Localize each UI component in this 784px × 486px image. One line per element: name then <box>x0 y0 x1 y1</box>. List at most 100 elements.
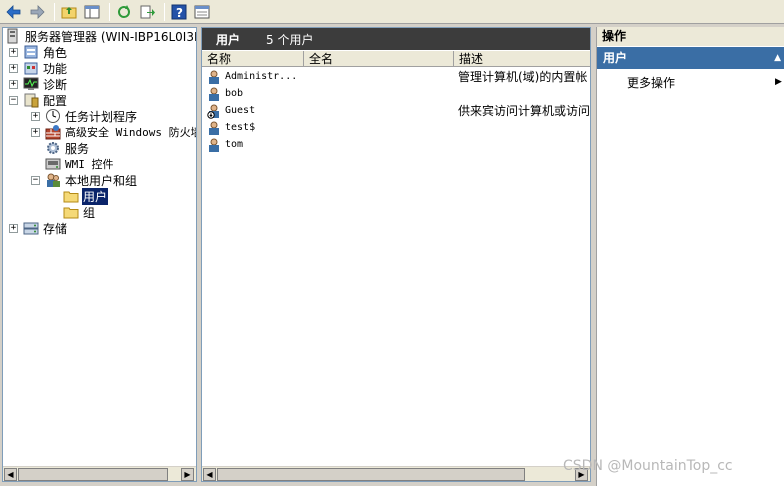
users-group-icon <box>47 173 60 187</box>
tree-label: 功能 <box>43 61 68 76</box>
user-description: 管理计算机(域)的内置帐 <box>458 70 588 84</box>
tree-item-local-users-groups[interactable]: 本地用户和组 <box>45 172 138 188</box>
scroll-thumb[interactable] <box>18 468 168 481</box>
tree-label: 服务 <box>65 141 90 156</box>
user-row[interactable]: tom <box>202 136 590 153</box>
user-row[interactable]: test$ <box>202 119 590 136</box>
expand-storage-toggle[interactable]: + <box>9 224 18 233</box>
tree-horizontal-scrollbar[interactable]: ◀ ▶ <box>3 466 196 481</box>
results-count: 5 个用户 <box>266 32 314 47</box>
more-actions-item[interactable]: 更多操作 <box>627 74 675 92</box>
export-icon[interactable] <box>137 2 157 22</box>
list-horizontal-scrollbar[interactable]: ◀ ▶ <box>202 466 590 481</box>
tree-label: 存储 <box>43 221 68 236</box>
user-name: Guest <box>225 105 256 116</box>
user-name: Administr... <box>225 71 298 82</box>
toolbar-separator <box>164 2 165 21</box>
tree-item-wmi-control[interactable]: WMI 控件 <box>45 156 115 172</box>
svg-text:?: ? <box>176 6 183 20</box>
tree-label-selected: 用户 <box>82 187 109 205</box>
tree-item-diagnostics[interactable]: 诊断 <box>23 76 68 92</box>
tree-label: 诊断 <box>43 77 68 92</box>
watermark: CSDN @MountainTop_cc <box>563 458 733 474</box>
column-header-fullname[interactable]: 全名 <box>304 51 454 67</box>
user-name: test$ <box>225 122 256 133</box>
expand-features-toggle[interactable]: + <box>9 64 18 73</box>
tree-item-features[interactable]: 功能 <box>23 60 68 76</box>
tree-item-users[interactable]: 用户 <box>63 187 109 205</box>
server-icon <box>7 28 18 44</box>
scroll-right-arrow-icon[interactable]: ▶ <box>181 468 194 481</box>
results-title: 用户 <box>216 32 241 47</box>
clock-icon <box>46 109 60 123</box>
toolbar-separator <box>54 2 55 21</box>
expand-firewall-toggle[interactable]: + <box>31 128 40 137</box>
expand-task-scheduler-toggle[interactable]: + <box>31 112 40 121</box>
tree-item-server-manager[interactable]: 服务器管理器 (WIN-IBP16L0I3B <box>5 28 197 44</box>
folder-icon <box>63 191 79 203</box>
user-row[interactable]: Guest 供来宾访问计算机或访问 <box>202 102 591 119</box>
tree-label: WMI 控件 <box>65 158 114 171</box>
tree-label: 本地用户和组 <box>65 173 138 188</box>
refresh-icon[interactable] <box>114 2 134 22</box>
collapse-up-icon[interactable]: ▲ <box>774 47 781 69</box>
column-header-description[interactable]: 描述 <box>454 51 590 67</box>
scroll-left-arrow-icon[interactable]: ◀ <box>203 468 216 481</box>
collapse-configuration-toggle[interactable]: − <box>9 96 18 105</box>
column-header-row: 名称 全名 描述 <box>202 51 590 67</box>
user-name: tom <box>225 139 244 150</box>
collapse-local-users-groups-toggle[interactable]: − <box>31 176 40 185</box>
features-icon <box>24 62 38 75</box>
scroll-left-arrow-icon[interactable]: ◀ <box>4 468 17 481</box>
toolbar: ? <box>0 0 784 24</box>
tree-label: 高级安全 Windows 防火墙 <box>65 126 197 139</box>
help-icon[interactable]: ? <box>169 2 189 22</box>
user-icon <box>209 138 219 152</box>
tree-item-task-scheduler[interactable]: 任务计划程序 <box>45 108 138 124</box>
properties-icon[interactable] <box>192 2 212 22</box>
tree-item-groups[interactable]: 组 <box>63 204 96 220</box>
user-row[interactable]: Administr... 管理计算机(域)的内置帐 <box>202 68 590 85</box>
up-folder-icon[interactable] <box>59 2 79 22</box>
scroll-thumb[interactable] <box>217 468 525 481</box>
tree-label: 任务计划程序 <box>65 109 138 124</box>
submenu-arrow-icon: ▶ <box>775 77 782 87</box>
tree-item-roles[interactable]: 角色 <box>23 44 68 60</box>
diagnostics-icon <box>23 77 39 90</box>
tree-label: 配置 <box>43 93 68 108</box>
user-row[interactable]: bob <box>202 85 590 102</box>
actions-section-header[interactable]: 用户 ▲ <box>597 47 784 69</box>
tree-item-services[interactable]: 服务 <box>45 140 90 156</box>
roles-icon <box>24 45 38 59</box>
folder-icon <box>63 207 79 219</box>
toolbar-separator <box>109 2 110 21</box>
back-icon[interactable] <box>4 2 24 22</box>
users-list-pane: 用户 5 个用户 名称 全名 描述 Administr... 管理计算机(域)的… <box>201 27 591 482</box>
forward-icon[interactable] <box>27 2 47 22</box>
tree-item-configuration[interactable]: 配置 <box>23 92 68 108</box>
more-actions-label: 更多操作 <box>627 76 676 90</box>
gear-icon <box>47 142 59 154</box>
configuration-icon <box>24 93 39 108</box>
tree-item-storage[interactable]: 存储 <box>23 220 68 236</box>
user-icon <box>209 87 219 101</box>
wmi-icon <box>45 158 61 170</box>
results-header: 用户 5 个用户 <box>202 28 590 50</box>
tree-label: 角色 <box>43 45 68 60</box>
user-icon <box>209 121 219 135</box>
user-name: bob <box>225 88 244 99</box>
column-header-name[interactable]: 名称 <box>202 51 304 67</box>
actions-pane: 操作 用户 ▲ 更多操作 ▶ <box>596 27 784 486</box>
expand-roles-toggle[interactable]: + <box>9 48 18 57</box>
storage-icon <box>23 222 39 235</box>
user-icon <box>209 70 219 84</box>
user-description: 供来宾访问计算机或访问 <box>458 104 591 118</box>
tree-label: 组 <box>83 205 96 220</box>
tree-item-firewall[interactable]: 高级安全 Windows 防火墙 <box>45 124 197 140</box>
console-tree[interactable]: 服务器管理器 (WIN-IBP16L0I3B + 角色 + 功能 + 诊断 − … <box>2 27 197 482</box>
actions-title: 操作 <box>597 27 784 46</box>
show-hide-tree-icon[interactable] <box>82 2 102 22</box>
disabled-user-icon <box>207 104 219 119</box>
expand-diagnostics-toggle[interactable]: + <box>9 80 18 89</box>
tree-label: 服务器管理器 (WIN-IBP16L0I3B <box>25 29 197 44</box>
